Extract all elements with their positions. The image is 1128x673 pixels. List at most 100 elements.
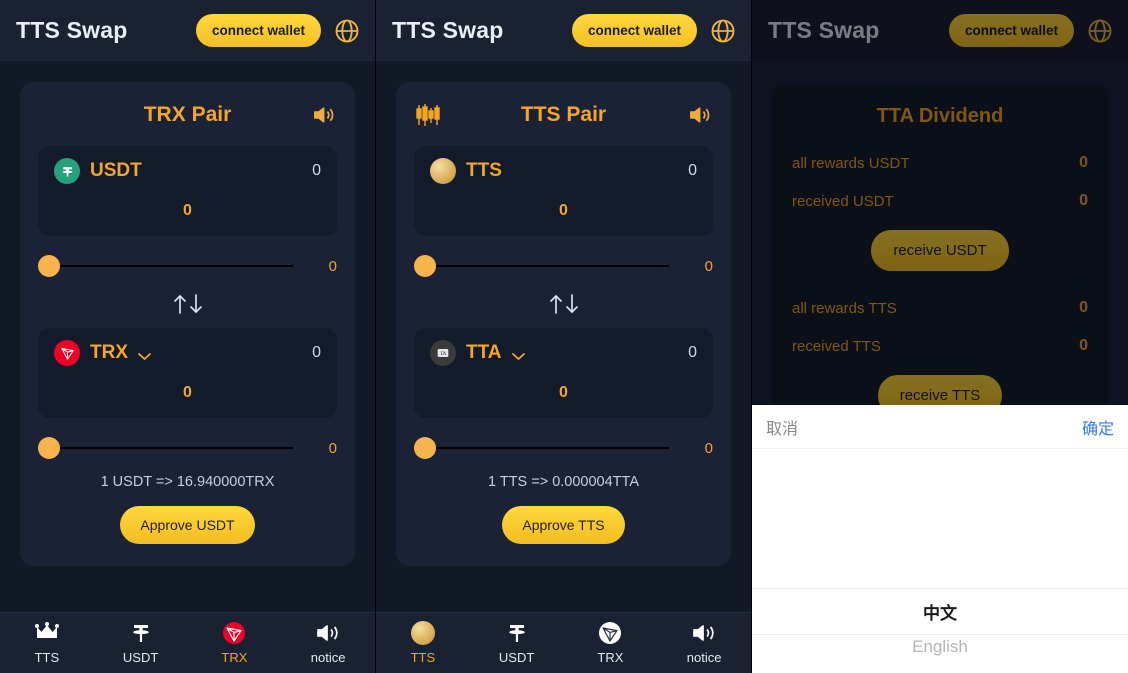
from-token-symbol: USDT <box>90 160 142 181</box>
svg-text:TA: TA <box>440 351 447 357</box>
nav-item-usdt[interactable]: USDT <box>94 613 188 673</box>
bottom-nav: TTS USDT TRX notice <box>0 612 375 673</box>
globe-icon[interactable] <box>709 17 737 45</box>
receive-usdt-button[interactable]: receive USDT <box>871 230 1009 271</box>
slider-thumb[interactable] <box>414 255 436 277</box>
from-slider-row: 0 <box>414 254 713 278</box>
globe-icon[interactable] <box>1086 17 1114 45</box>
nav-label: notice <box>686 650 722 665</box>
card-title: TTA Dividend <box>876 105 1004 127</box>
nav-item-tts[interactable]: TTS <box>0 613 94 673</box>
to-amount-input[interactable]: 0 <box>430 366 697 402</box>
approve-button[interactable]: Approve USDT <box>120 506 255 544</box>
from-amount-input[interactable]: 0 <box>430 184 697 220</box>
speaker-icon[interactable] <box>688 103 713 127</box>
chevron-down-icon[interactable] <box>511 348 526 360</box>
from-token-row: TTS 0 <box>430 158 697 184</box>
panel1-body: TRX Pair USDT 0 0 0 TRX 0 0 0 1 USDT => … <box>0 61 375 566</box>
screenshot-root: TTS Swap connect wallet TRX Pair USDT 0 … <box>0 0 1128 673</box>
globe-icon[interactable] <box>333 17 361 45</box>
confirm-button[interactable]: 确定 <box>1082 415 1114 439</box>
to-slider[interactable] <box>414 436 687 460</box>
nav-item-trx[interactable]: TRX <box>564 613 658 673</box>
language-modal-toolbar: 取消 确定 <box>752 405 1128 449</box>
to-amount-input[interactable]: 0 <box>54 366 321 402</box>
bottom-nav: TTS USDT TRX notice <box>376 612 751 673</box>
to-slider-row: 0 <box>414 436 713 460</box>
speaker-icon <box>315 621 341 645</box>
language-option-list[interactable]: 中文 English <box>752 449 1128 673</box>
app-title: TTS Swap <box>768 17 880 43</box>
language-option-selected[interactable]: 中文 <box>752 588 1128 635</box>
usdt-icon <box>54 158 80 184</box>
cancel-button[interactable]: 取消 <box>766 415 798 439</box>
tether-icon <box>504 621 530 645</box>
speaker-icon[interactable] <box>312 103 337 127</box>
swap-arrows-icon[interactable] <box>414 292 713 316</box>
to-token-symbol: TTA <box>466 342 502 363</box>
connect-wallet-button[interactable]: connect wallet <box>195 14 321 47</box>
dividend-value: 0 <box>1079 337 1088 354</box>
to-token-symbol: TRX <box>90 342 128 363</box>
language-option-english[interactable]: English <box>752 637 1128 657</box>
nav-item-notice[interactable]: notice <box>281 613 375 673</box>
tta-icon: TA <box>430 340 456 366</box>
nav-item-trx[interactable]: TRX <box>188 613 282 673</box>
from-token-box: TTS 0 0 <box>414 146 713 236</box>
nav-label: USDT <box>122 650 159 665</box>
nav-label: TTS <box>410 650 436 665</box>
candlestick-chart-icon[interactable] <box>414 102 440 128</box>
panel-tts-pair: TTS Swap connect wallet TTS Pair TTS 0 0… <box>376 0 752 673</box>
nav-item-usdt[interactable]: USDT <box>470 613 564 673</box>
dividend-value: 0 <box>1079 154 1088 171</box>
from-slider[interactable] <box>414 254 687 278</box>
approve-button[interactable]: Approve TTS <box>502 506 625 544</box>
from-amount-input[interactable]: 0 <box>54 184 321 220</box>
receive-usdt-row: receive USDT <box>792 230 1088 271</box>
trx-icon <box>54 340 80 366</box>
to-slider-value: 0 <box>328 439 337 457</box>
crown-icon <box>34 621 60 645</box>
to-token-balance: 0 <box>312 344 321 361</box>
tron-icon <box>221 621 247 645</box>
panel2-body: TTS Pair TTS 0 0 0 TA TTA 0 0 0 1 TTS =>… <box>376 61 751 566</box>
nav-item-tts[interactable]: TTS <box>376 613 470 673</box>
tts-coin-icon <box>410 621 435 645</box>
slider-track <box>48 265 293 267</box>
from-token-box: USDT 0 0 <box>38 146 337 236</box>
connect-wallet-button[interactable]: connect wallet <box>948 14 1074 47</box>
app-header: TTS Swap connect wallet <box>752 0 1128 61</box>
dividend-label: all rewards USDT <box>792 154 910 172</box>
exchange-rate: 1 USDT => 16.940000TRX <box>100 474 275 490</box>
to-token-row: TA TTA 0 <box>430 340 697 366</box>
slider-thumb[interactable] <box>414 437 436 459</box>
from-slider-value: 0 <box>704 257 713 275</box>
app-header: TTS Swap connect wallet <box>0 0 375 61</box>
slider-thumb[interactable] <box>38 437 60 459</box>
card-title: TRX Pair <box>143 103 232 126</box>
card-header: TRX Pair <box>38 98 337 132</box>
from-slider[interactable] <box>38 254 311 278</box>
to-slider[interactable] <box>38 436 311 460</box>
speaker-icon <box>691 621 717 645</box>
slider-track <box>424 265 669 267</box>
trx-pair-card: TRX Pair USDT 0 0 0 TRX 0 0 0 1 USDT => … <box>20 82 355 566</box>
connect-wallet-button[interactable]: connect wallet <box>571 14 697 47</box>
slider-track <box>424 447 669 449</box>
tron-white-icon <box>597 621 623 645</box>
app-title: TTS Swap <box>392 17 504 43</box>
nav-label: TRX <box>597 650 624 665</box>
chevron-down-icon[interactable] <box>137 348 152 360</box>
from-token-row: USDT 0 <box>54 158 321 184</box>
to-token-balance: 0 <box>688 344 697 361</box>
dividend-row: received TTS 0 <box>792 337 1088 355</box>
to-token-box: TRX 0 0 <box>38 328 337 418</box>
panel-tta-dividend: TTS Swap connect wallet TTA Dividend all… <box>752 0 1128 673</box>
nav-item-notice[interactable]: notice <box>657 613 751 673</box>
to-token-box: TA TTA 0 0 <box>414 328 713 418</box>
dividend-row: all rewards TTS 0 <box>792 299 1088 317</box>
from-token-balance: 0 <box>312 162 321 179</box>
slider-thumb[interactable] <box>38 255 60 277</box>
dividend-label: all rewards TTS <box>792 299 897 317</box>
swap-arrows-icon[interactable] <box>38 292 337 316</box>
